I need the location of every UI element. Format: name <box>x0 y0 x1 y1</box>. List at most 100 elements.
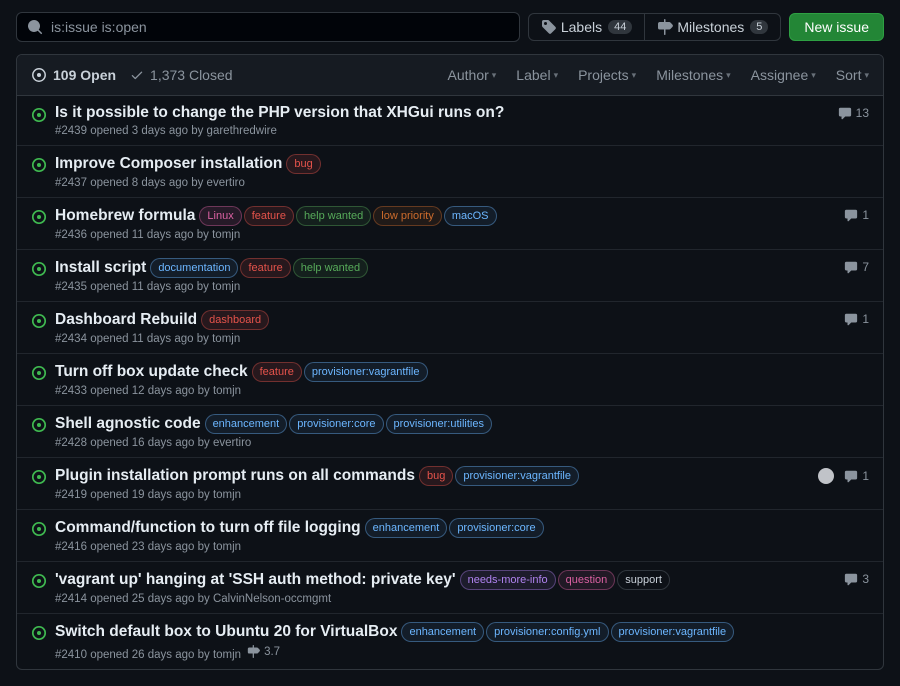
issue-title[interactable]: Turn off box update check <box>55 363 248 380</box>
issue-label[interactable]: feature <box>244 206 294 226</box>
issue-main: Improve Composer installationbug#2437 op… <box>55 154 801 189</box>
issues-list: Is it possible to change the PHP version… <box>17 96 883 669</box>
issue-row: Install scriptdocumentationfeaturehelp w… <box>17 249 883 301</box>
issue-label[interactable]: macOS <box>444 206 497 226</box>
issue-main: Command/function to turn off file loggin… <box>55 518 801 553</box>
issue-milestone[interactable]: 3.7 <box>247 645 280 658</box>
issue-meta: #2439 opened 3 days ago by garethredwire <box>55 125 801 137</box>
comment-count[interactable]: 3 <box>844 572 869 586</box>
issue-title[interactable]: Install script <box>55 259 146 276</box>
issue-open-icon <box>31 625 47 641</box>
filter-assignee[interactable]: Assignee▾ <box>751 67 816 83</box>
milestone-icon <box>247 645 260 658</box>
issue-title[interactable]: Is it possible to change the PHP version… <box>55 104 504 121</box>
open-issues-tab[interactable]: 109 Open <box>31 67 116 83</box>
issue-row: Shell agnostic codeenhancementprovisione… <box>17 405 883 457</box>
issue-label[interactable]: question <box>558 570 616 590</box>
issue-label[interactable]: provisioner:vagrantfile <box>611 622 735 642</box>
issue-row: Dashboard Rebuilddashboard #2434 opened 1… <box>17 301 883 353</box>
issue-label[interactable]: enhancement <box>365 518 448 538</box>
issue-right: 7 <box>809 258 869 274</box>
issue-label[interactable]: feature <box>240 258 290 278</box>
issue-open-icon <box>31 521 47 537</box>
comment-count[interactable]: 7 <box>844 260 869 274</box>
issue-row: Turn off box update checkfeatureprovisio… <box>17 353 883 405</box>
issue-main: Plugin installation prompt runs on all c… <box>55 466 801 501</box>
filter-label[interactable]: Label▾ <box>516 67 558 83</box>
labels-label: Labels <box>561 19 602 35</box>
issue-label[interactable]: provisioner:vagrantfile <box>455 466 579 486</box>
issue-label[interactable]: provisioner:core <box>289 414 383 434</box>
comment-count[interactable]: 1 <box>844 312 869 326</box>
issue-row: Plugin installation prompt runs on all c… <box>17 457 883 509</box>
comment-count[interactable]: 13 <box>838 106 869 120</box>
new-issue-button[interactable]: New issue <box>789 13 884 41</box>
closed-count-text: 1,373 Closed <box>150 67 233 83</box>
issue-label[interactable]: low priority <box>373 206 442 226</box>
issue-label[interactable]: enhancement <box>401 622 484 642</box>
issue-label[interactable]: enhancement <box>205 414 288 434</box>
issue-label[interactable]: provisioner:utilities <box>386 414 492 434</box>
issue-title[interactable]: Improve Composer installation <box>55 155 282 172</box>
issue-meta: #2433 opened 12 days ago by tomjn <box>55 385 801 397</box>
issues-search[interactable] <box>16 12 520 42</box>
labels-milestones-group: Labels 44 Milestones 5 <box>528 13 782 41</box>
filter-sort[interactable]: Sort▾ <box>836 67 869 83</box>
issue-title[interactable]: Switch default box to Ubuntu 20 for Virt… <box>55 623 397 640</box>
issues-top-row: Labels 44 Milestones 5 New issue <box>16 12 884 42</box>
issue-label[interactable]: help wanted <box>296 206 371 226</box>
issue-meta: #2436 opened 11 days ago by tomjn <box>55 229 801 241</box>
issue-open-icon <box>31 365 47 381</box>
issue-label[interactable]: help wanted <box>293 258 368 278</box>
comment-count[interactable]: 1 <box>844 208 869 222</box>
closed-issues-tab[interactable]: 1,373 Closed <box>130 67 233 83</box>
issues-search-input[interactable] <box>49 18 509 36</box>
milestones-button[interactable]: Milestones 5 <box>644 14 780 40</box>
issue-open-icon <box>31 157 47 173</box>
filter-author[interactable]: Author▾ <box>448 67 497 83</box>
issue-title[interactable]: Plugin installation prompt runs on all c… <box>55 467 415 484</box>
issue-title[interactable]: Dashboard Rebuild <box>55 311 197 328</box>
issue-label[interactable]: bug <box>286 154 320 174</box>
issue-label[interactable]: provisioner:vagrantfile <box>304 362 428 382</box>
issue-meta: #2410 opened 26 days ago by tomjn3.7 <box>55 645 801 661</box>
milestone-icon <box>657 19 673 35</box>
issue-open-icon <box>31 107 47 123</box>
issue-label[interactable]: feature <box>252 362 302 382</box>
issue-label[interactable]: needs-more-info <box>460 570 556 590</box>
comment-count[interactable]: 1 <box>844 469 869 483</box>
filter-projects[interactable]: Projects▾ <box>578 67 636 83</box>
issue-label[interactable]: dashboard <box>201 310 269 330</box>
issue-meta: #2416 opened 23 days ago by tomjn <box>55 541 801 553</box>
issue-right <box>809 362 869 364</box>
issue-label[interactable]: support <box>617 570 670 590</box>
issue-label[interactable]: provisioner:core <box>449 518 543 538</box>
issue-label[interactable]: bug <box>419 466 453 486</box>
issue-title[interactable]: Shell agnostic code <box>55 415 201 432</box>
issue-filters: Author▾ Label▾ Projects▾ Milestones▾ Ass… <box>448 67 869 83</box>
issue-main: Switch default box to Ubuntu 20 for Virt… <box>55 622 801 661</box>
labels-button[interactable]: Labels 44 <box>529 14 645 40</box>
issue-open-icon <box>31 417 47 433</box>
issue-row: 'vagrant up' hanging at 'SSH auth method… <box>17 561 883 613</box>
issue-open-icon <box>31 573 47 589</box>
issues-panel: 109 Open 1,373 Closed Author▾ Label▾ Pro… <box>16 54 884 670</box>
assignee-avatar[interactable] <box>818 468 834 484</box>
issue-label[interactable]: documentation <box>150 258 238 278</box>
issue-right <box>809 622 869 624</box>
issue-meta: #2434 opened 11 days ago by tomjn <box>55 333 801 345</box>
issue-right: 1 <box>809 310 869 326</box>
issue-label[interactable]: provisioner:config.yml <box>486 622 608 642</box>
issue-right: 13 <box>809 104 869 120</box>
issue-label[interactable]: Linux <box>199 206 241 226</box>
issue-right: 1 <box>809 466 869 484</box>
issue-main: 'vagrant up' hanging at 'SSH auth method… <box>55 570 801 605</box>
issue-open-icon <box>31 313 47 329</box>
issue-main: Homebrew formulaLinuxfeaturehelp wantedl… <box>55 206 801 241</box>
issue-main: Shell agnostic codeenhancementprovisione… <box>55 414 801 449</box>
filter-milestones[interactable]: Milestones▾ <box>656 67 730 83</box>
issue-title[interactable]: 'vagrant up' hanging at 'SSH auth method… <box>55 571 456 588</box>
issue-title[interactable]: Homebrew formula <box>55 207 195 224</box>
issue-open-icon <box>31 469 47 485</box>
issue-row: Is it possible to change the PHP version… <box>17 96 883 145</box>
